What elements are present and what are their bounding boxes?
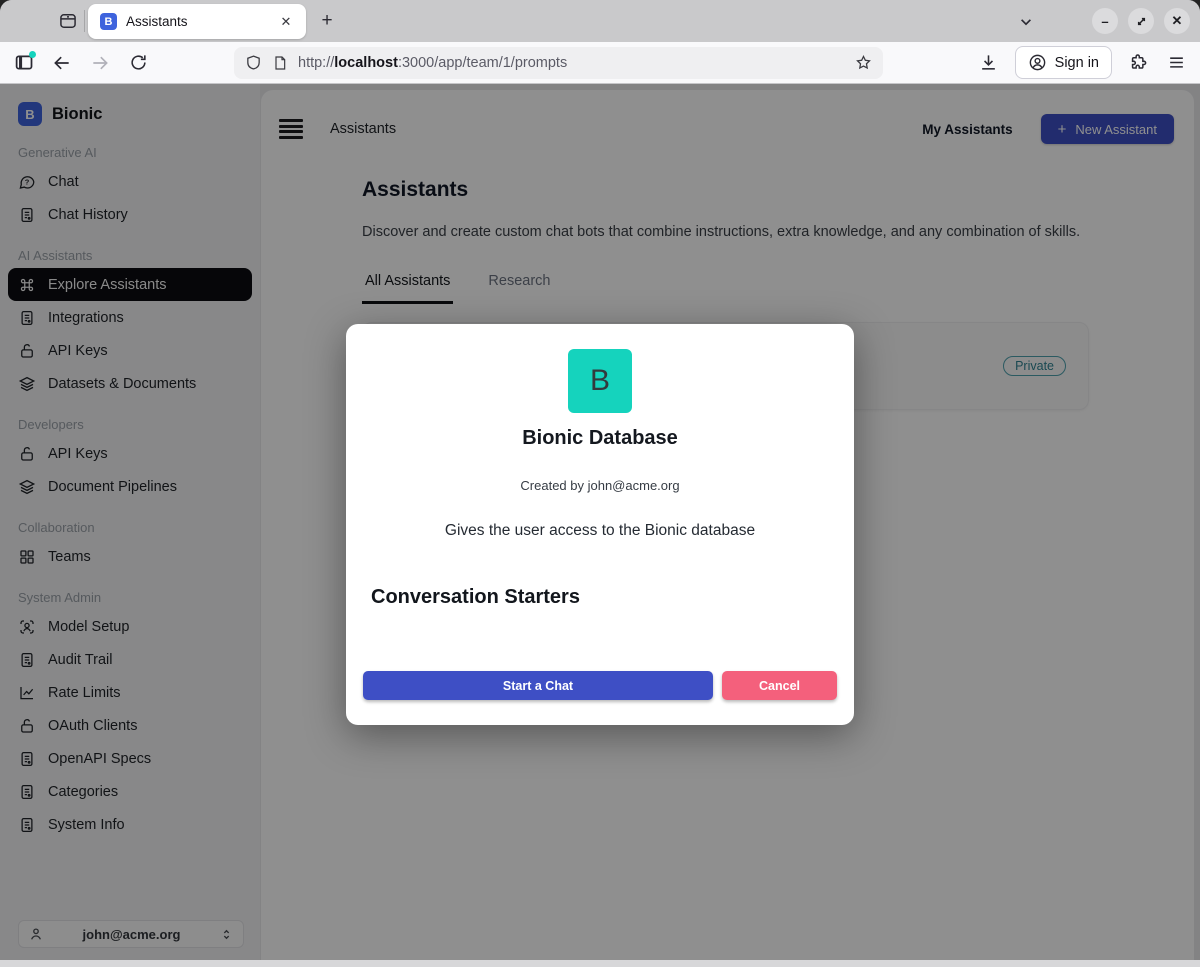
url-bar[interactable]: http://localhost:3000/app/team/1/prompts	[234, 47, 883, 79]
tab-favicon: B	[100, 13, 117, 30]
window-maximize-button[interactable]	[1128, 8, 1154, 34]
tab-close-icon[interactable]: ✕	[276, 12, 296, 32]
extension-badge-dot	[29, 51, 36, 58]
forward-button[interactable]	[88, 51, 112, 75]
url-text: http://localhost:3000/app/team/1/prompts	[298, 55, 567, 71]
conversation-starters-heading: Conversation Starters	[346, 586, 854, 609]
sidebar-extension-icon[interactable]	[12, 51, 36, 75]
tab-divider	[84, 10, 85, 32]
browser-tab-assistants[interactable]: B Assistants ✕	[88, 4, 306, 39]
window-controls: – ✕	[1092, 8, 1190, 34]
new-tab-button[interactable]: +	[314, 8, 340, 34]
signin-label: Sign in	[1055, 55, 1099, 71]
page-info-icon[interactable]	[271, 51, 289, 75]
bookmark-star-icon[interactable]	[855, 51, 873, 75]
account-icon	[1028, 53, 1047, 72]
window-close-button[interactable]: ✕	[1164, 8, 1190, 34]
assistant-description: Gives the user access to the Bionic data…	[346, 522, 854, 540]
start-chat-button[interactable]: Start a Chat	[363, 671, 713, 700]
tab-overview-icon[interactable]	[56, 9, 80, 33]
assistant-avatar: B	[568, 349, 632, 413]
cancel-button[interactable]: Cancel	[722, 671, 837, 700]
reload-button[interactable]	[126, 51, 150, 75]
assistant-name: Bionic Database	[346, 427, 854, 450]
back-button[interactable]	[50, 51, 74, 75]
browser-toolbar: http://localhost:3000/app/team/1/prompts…	[0, 42, 1200, 84]
extensions-puzzle-icon[interactable]	[1126, 51, 1150, 75]
downloads-icon[interactable]	[977, 51, 1001, 75]
list-tabs-chevron-icon[interactable]	[1014, 10, 1038, 34]
browser-tab-strip: B Assistants ✕ + – ✕	[0, 0, 1200, 42]
assistant-created-by: Created by john@acme.org	[346, 478, 854, 493]
window-minimize-button[interactable]: –	[1092, 8, 1118, 34]
tab-title: Assistants	[126, 14, 276, 29]
modal-actions: Start a Chat Cancel	[363, 671, 837, 700]
assistant-detail-modal: B Bionic Database Created by john@acme.o…	[346, 324, 854, 725]
menu-hamburger-icon[interactable]	[1164, 51, 1188, 75]
signin-button[interactable]: Sign in	[1015, 46, 1112, 79]
shield-icon[interactable]	[244, 51, 262, 75]
window-bottom-edge	[0, 960, 1200, 967]
